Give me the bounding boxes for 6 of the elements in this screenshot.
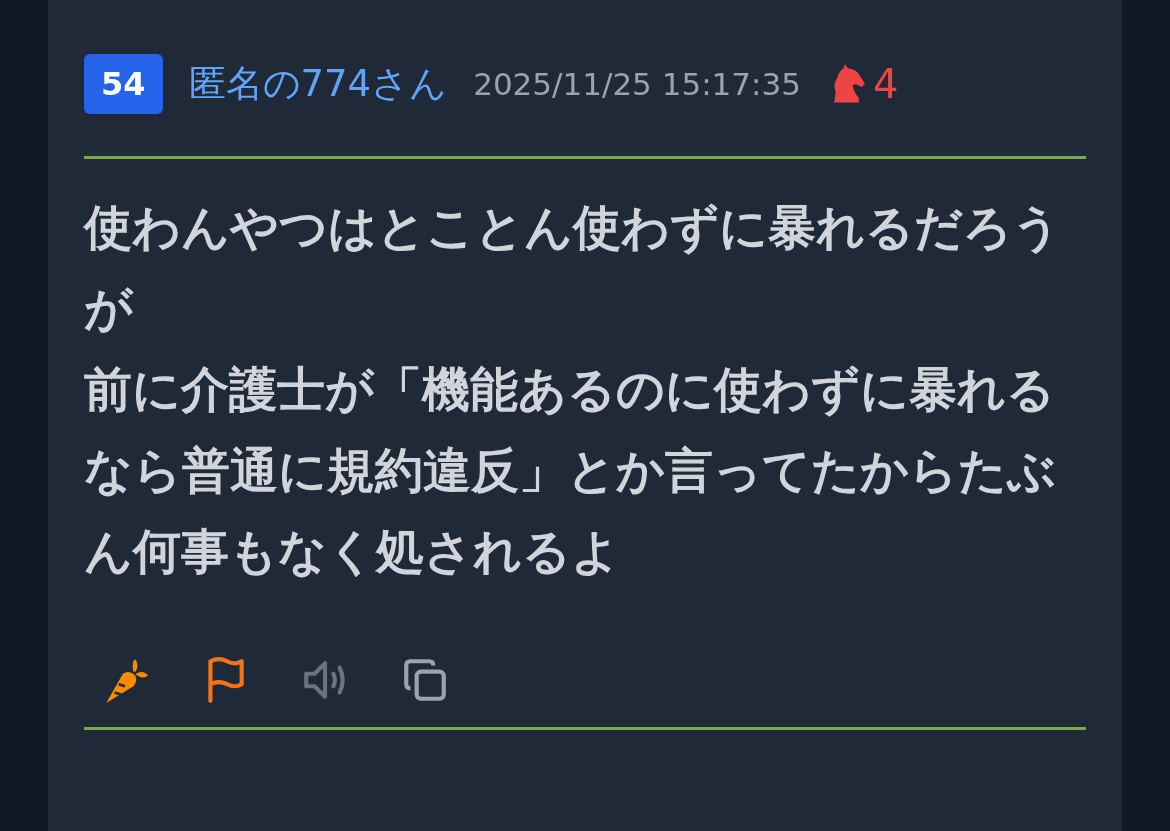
post-text: 使わんやつはとことん使わずに暴れるだろうが xyxy=(84,198,1062,338)
post-number: 54 xyxy=(84,54,163,114)
timestamp: 2025/11/25 15:17:35 xyxy=(473,64,801,104)
post-text: 前に介護士が「機能あるのに使わずに暴れるなら普通に規約違反」とか言ってたからたぶん何事もなく処されるよ xyxy=(84,360,1057,581)
reaction-count: 4 xyxy=(872,60,899,109)
author-name[interactable]: 匿名の774さん xyxy=(188,56,448,112)
